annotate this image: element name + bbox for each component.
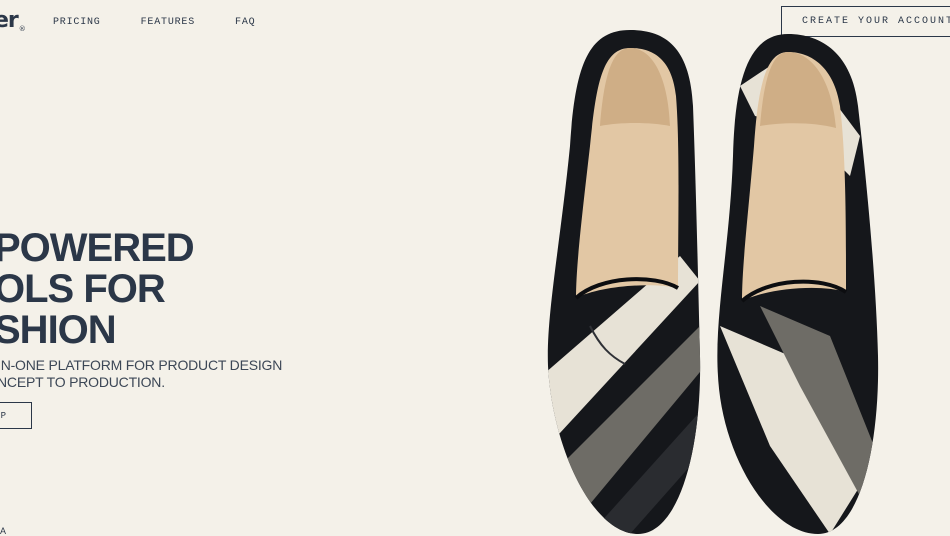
left-shoe: [547, 30, 701, 534]
hero-subtitle: IN-ONE PLATFORM FOR PRODUCT DESIGN NCEPT…: [0, 357, 282, 391]
nav-link-faq[interactable]: FAQ: [235, 17, 255, 28]
hero-headline: POWERED OLS FOR SHION: [0, 226, 195, 352]
hero-button[interactable]: P: [0, 402, 32, 429]
subtitle-line-2: NCEPT TO PRODUCTION.: [0, 374, 165, 390]
main-nav: PRICING FEATURES FAQ: [53, 17, 255, 28]
subtitle-line-1: IN-ONE PLATFORM FOR PRODUCT DESIGN: [0, 357, 283, 373]
headline-line-3: SHION: [0, 308, 117, 352]
corner-text: A: [0, 526, 7, 536]
nav-link-pricing[interactable]: PRICING: [53, 17, 101, 28]
loafer-shoes-image: [547, 30, 879, 534]
right-shoe: [717, 34, 879, 534]
headline-line-2: OLS FOR: [0, 267, 166, 311]
headline-line-1: POWERED: [0, 226, 195, 270]
registered-mark: ®: [18, 25, 26, 33]
brand-logo[interactable]: er®: [0, 8, 26, 33]
logo-text: er: [0, 8, 19, 33]
nav-link-features[interactable]: FEATURES: [141, 17, 195, 28]
